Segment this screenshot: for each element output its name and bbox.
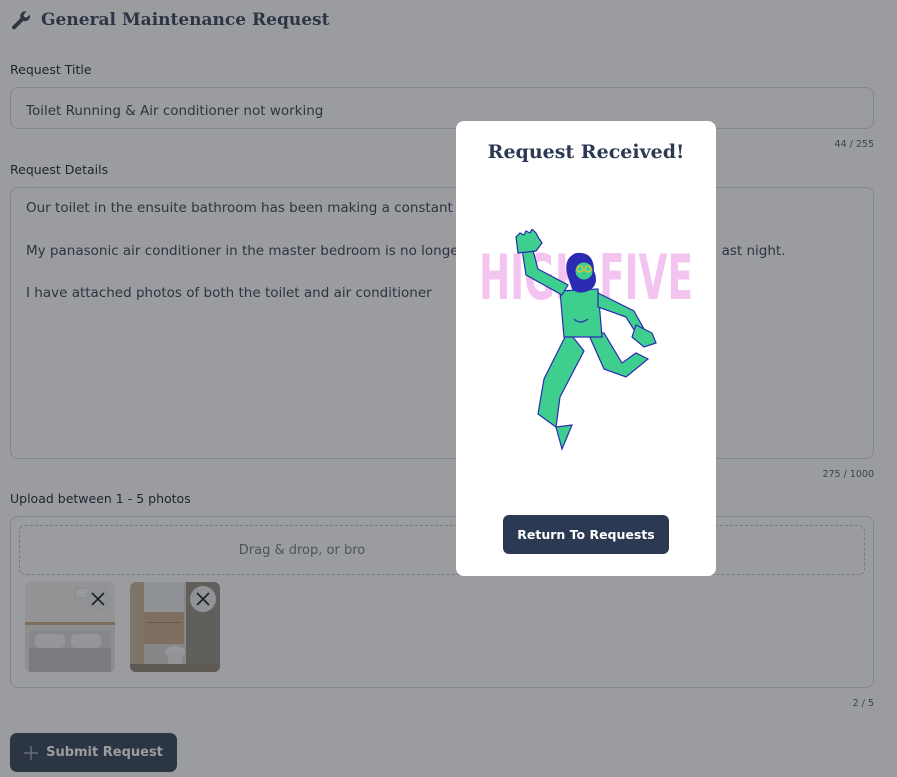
return-to-requests-button[interactable]: Return To Requests	[503, 515, 669, 554]
request-received-modal: Request Received! HIGH FIVE Return To Re…	[456, 121, 716, 576]
modal-backdrop[interactable]	[0, 0, 897, 777]
high-five-illustration: HIGH FIVE	[479, 229, 693, 451]
modal-title: Request Received!	[487, 141, 685, 163]
